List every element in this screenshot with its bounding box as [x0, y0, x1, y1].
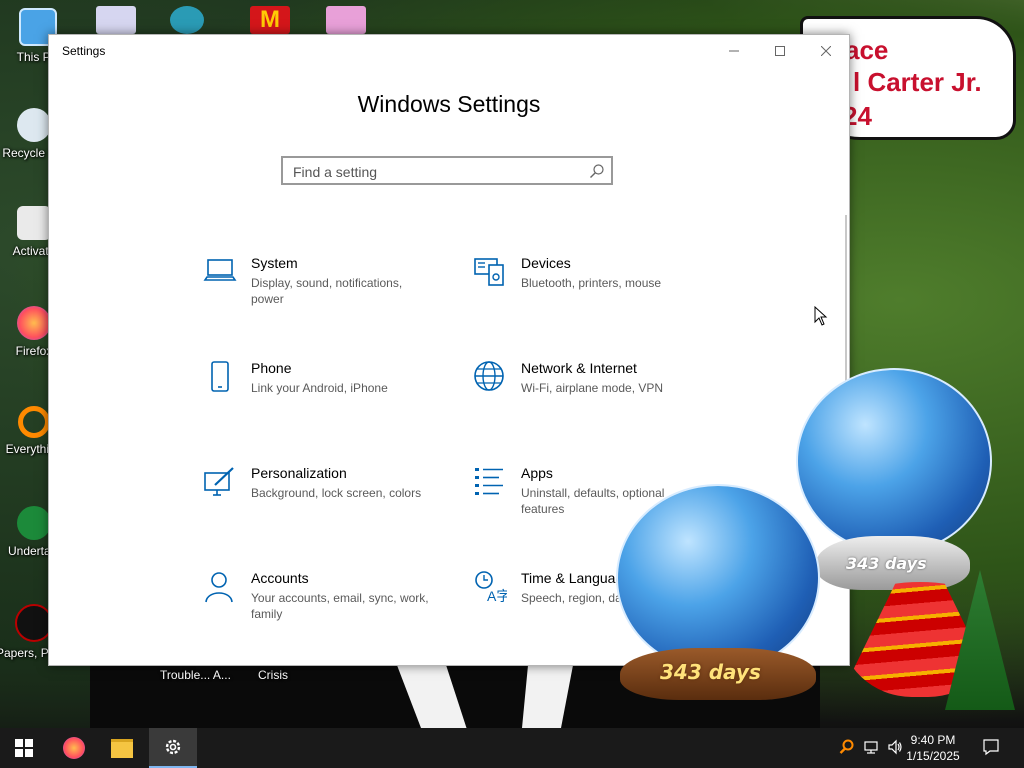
window-titlebar[interactable]: Settings — [49, 35, 849, 67]
category-description: Link your Android, iPhone — [251, 381, 388, 395]
category-personalization[interactable]: Personalization Background, lock screen,… — [203, 465, 433, 525]
svg-text:A字: A字 — [487, 588, 507, 604]
snow-globe-gadget[interactable] — [616, 484, 820, 672]
close-button[interactable] — [803, 35, 849, 67]
category-name: Network & Internet — [521, 360, 637, 376]
clock-time: 9:40 PM — [910, 733, 956, 747]
start-button[interactable] — [0, 728, 48, 768]
desktop-shortcut-icon[interactable] — [326, 6, 366, 34]
days-countdown-label: 343 days — [660, 660, 761, 684]
search-placeholder: Find a setting — [293, 164, 378, 180]
taskbar-clock[interactable]: 9:40 PM 1/15/2025 — [898, 732, 968, 764]
devices-icon — [474, 258, 504, 286]
category-name: Time & Language — [521, 570, 631, 586]
taskbar-firefox[interactable] — [50, 728, 98, 768]
page-title: Windows Settings — [357, 91, 541, 117]
category-description: Display, sound, notifications, power — [251, 276, 403, 306]
tray-network-icon[interactable] — [862, 738, 880, 756]
maximize-icon — [775, 46, 785, 56]
snow-globe-gadget[interactable] — [796, 368, 992, 554]
window-title: Settings — [62, 44, 106, 58]
phone-icon — [211, 361, 229, 392]
category-name: System — [251, 255, 298, 271]
taskbar-settings[interactable] — [149, 728, 197, 768]
tray-search-everything-icon[interactable] — [838, 738, 856, 756]
category-name: Personalization — [251, 465, 347, 481]
category-name: Devices — [521, 255, 571, 271]
taskbar: 9:40 PM 1/15/2025 — [0, 728, 1024, 768]
firefox-icon — [63, 737, 85, 759]
gear-icon — [165, 739, 181, 755]
category-description: Background, lock screen, colors — [251, 486, 422, 500]
time-language-icon: A字 — [475, 571, 507, 604]
category-name: Apps — [521, 465, 553, 481]
network-icon — [864, 741, 878, 754]
category-system[interactable]: System Display, sound, notifications, po… — [203, 255, 433, 315]
desktop-shortcut-icon[interactable] — [170, 6, 204, 34]
search-icon — [590, 164, 604, 178]
clock-date: 1/15/2025 — [906, 749, 960, 763]
globe-icon — [474, 361, 504, 391]
mouse-cursor-icon — [814, 306, 828, 326]
category-name: Phone — [251, 360, 292, 376]
recycle-bin-icon — [17, 108, 51, 142]
minimize-button[interactable] — [711, 35, 757, 67]
bubble-text: l Carter Jr. — [853, 67, 982, 97]
windows-logo-icon — [15, 739, 33, 757]
category-phone[interactable]: Phone Link your Android, iPhone — [203, 360, 433, 420]
apps-list-icon — [475, 468, 503, 495]
category-description: Your accounts, email, sync, work, family — [251, 591, 429, 621]
search-input[interactable]: Find a setting — [281, 156, 613, 185]
bubble-text: ace — [845, 35, 889, 65]
category-name: Accounts — [251, 570, 309, 586]
category-network-internet[interactable]: Network & Internet Wi-Fi, airplane mode,… — [473, 360, 703, 420]
close-icon — [821, 46, 831, 56]
person-icon — [205, 572, 233, 603]
paint-icon — [204, 467, 234, 496]
action-center-button[interactable] — [982, 738, 1000, 756]
undertale-icon — [17, 506, 51, 540]
document-icon — [17, 206, 51, 240]
laptop-icon — [203, 259, 237, 281]
maximize-button[interactable] — [757, 35, 803, 67]
category-description: Bluetooth, printers, mouse — [521, 276, 662, 290]
folder-icon — [111, 738, 133, 758]
magnifier-icon — [18, 406, 50, 438]
taskbar-file-explorer[interactable] — [98, 728, 146, 768]
notification-icon — [983, 739, 999, 756]
desktop-icon-label[interactable]: Trouble... A... — [160, 668, 231, 682]
desktop-shortcut-icon[interactable] — [96, 6, 136, 34]
firefox-icon — [17, 306, 51, 340]
category-accounts[interactable]: Accounts Your accounts, email, sync, wor… — [203, 570, 433, 630]
desktop-icon-label[interactable]: Crisis — [258, 668, 288, 682]
magnifier-icon — [839, 739, 854, 754]
category-description: Wi-Fi, airplane mode, VPN — [521, 381, 664, 395]
category-devices[interactable]: Devices Bluetooth, printers, mouse — [473, 255, 703, 315]
days-countdown-label: 343 days — [846, 554, 927, 573]
minimize-icon — [729, 50, 739, 52]
mcdonalds-icon[interactable]: M — [250, 6, 290, 34]
